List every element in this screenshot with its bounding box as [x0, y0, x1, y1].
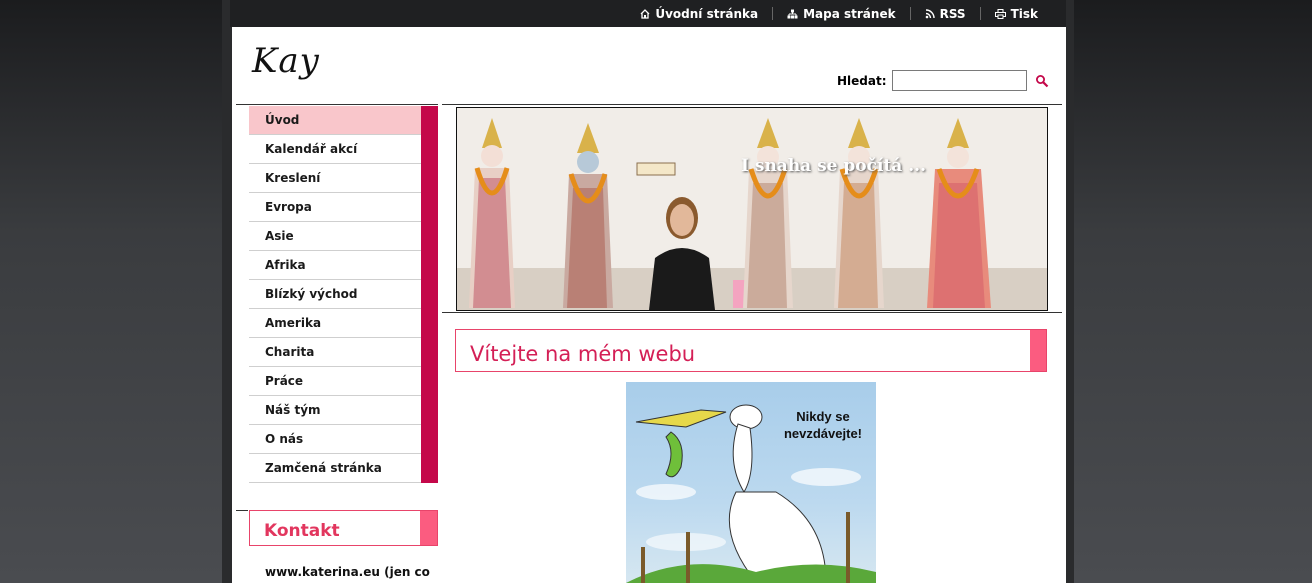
- menu-item-evropa[interactable]: Evropa: [249, 193, 438, 222]
- welcome-marker: [1030, 330, 1046, 371]
- menu-item-charita[interactable]: Charita: [249, 338, 438, 367]
- menu-item-zamcena-stranka[interactable]: Zamčená stránka: [249, 454, 438, 483]
- topnav-rss-label: RSS: [939, 6, 966, 21]
- welcome-heading: Vítejte na mém webu: [470, 342, 696, 366]
- contact-marker: [420, 511, 437, 545]
- menu-item-marker: [421, 280, 438, 309]
- search-label: Hledat:: [837, 73, 887, 88]
- menu-item-afrika[interactable]: Afrika: [249, 251, 438, 280]
- topnav-print-link[interactable]: Tisk: [979, 6, 1052, 21]
- menu-item-nas-tym[interactable]: Náš tým: [249, 396, 438, 425]
- menu-item-kresleni[interactable]: Kreslení: [249, 164, 438, 193]
- menu-item-asie[interactable]: Asie: [249, 222, 438, 251]
- site-logo[interactable]: Kay: [252, 41, 320, 81]
- menu-item-label: Charita: [265, 345, 315, 359]
- menu-item-marker: [421, 338, 438, 367]
- topnav-home-link[interactable]: Úvodní stránka: [626, 6, 772, 21]
- rss-icon: [925, 8, 935, 18]
- search-input[interactable]: [891, 70, 1027, 91]
- menu-item-label: Evropa: [265, 200, 312, 214]
- sitemap-icon: [787, 9, 798, 18]
- divider-left-top: [236, 104, 438, 105]
- statue: [927, 118, 991, 308]
- divider-main-bottom: [442, 312, 1062, 313]
- side-menu: Úvod Kalendář akcí Kreslení Evropa Asie …: [249, 106, 438, 483]
- topnav-sitemap-label: Mapa stránek: [803, 6, 896, 21]
- statue: [563, 123, 613, 308]
- menu-item-marker: [421, 251, 438, 280]
- cartoon-caption: Nikdy se nevzdávejte!: [783, 409, 863, 441]
- statue: [834, 118, 884, 308]
- menu-item-o-nas[interactable]: O nás: [249, 425, 438, 454]
- contact-box: Kontakt: [249, 510, 438, 546]
- menu-item-kalendar-akci[interactable]: Kalendář akcí: [249, 135, 438, 164]
- menu-item-amerika[interactable]: Amerika: [249, 309, 438, 338]
- menu-item-label: Afrika: [265, 258, 306, 272]
- search-button[interactable]: [1035, 74, 1049, 88]
- statues-illustration: [469, 118, 991, 310]
- heron-cartoon-image: Nikdy se nevzdávejte!: [626, 382, 876, 583]
- banner-image: I snaha se počítá ...: [456, 107, 1048, 311]
- menu-item-marker: [421, 222, 438, 251]
- contact-text: www.katerina.eu (jen co: [265, 565, 430, 579]
- menu-item-marker: [421, 164, 438, 193]
- menu-item-marker: [421, 106, 438, 135]
- menu-item-label: Amerika: [265, 316, 322, 330]
- menu-item-label: Kalendář akcí: [265, 142, 358, 156]
- menu-item-label: Blízký východ: [265, 287, 358, 301]
- menu-item-marker: [421, 396, 438, 425]
- home-icon: [640, 8, 650, 19]
- woman-photo: [649, 197, 715, 310]
- statue: [743, 118, 793, 308]
- menu-item-label: Úvod: [265, 113, 300, 127]
- search-box: Hledat:: [837, 70, 1049, 91]
- topnav-home-label: Úvodní stránka: [655, 6, 759, 21]
- menu-item-marker: [421, 193, 438, 222]
- divider-main-top: [442, 104, 1062, 105]
- menu-item-label: Kreslení: [265, 171, 321, 185]
- menu-item-marker: [421, 425, 438, 454]
- menu-item-label: O nás: [265, 432, 304, 446]
- menu-item-marker: [421, 454, 438, 483]
- divider-left-contact: [236, 510, 248, 511]
- search-icon: [1035, 74, 1048, 87]
- menu-item-label: Asie: [265, 229, 294, 243]
- contact-heading: Kontakt: [264, 521, 340, 541]
- menu-item-label: Zamčená stránka: [265, 461, 382, 475]
- topnav-print-label: Tisk: [1010, 6, 1038, 21]
- topnav-sitemap-link[interactable]: Mapa stránek: [772, 6, 909, 21]
- welcome-heading-box: Vítejte na mém webu: [455, 329, 1047, 372]
- menu-item-uvod[interactable]: Úvod: [249, 106, 438, 135]
- page-content: Kay Hledat: Úvod Kalendář akcí Kreslení …: [232, 27, 1066, 583]
- top-navigation: Úvodní stránka Mapa stránek RSS Tisk: [626, 0, 1066, 27]
- menu-item-label: Práce: [265, 374, 304, 388]
- menu-item-marker: [421, 135, 438, 164]
- sign-plaque: [636, 162, 676, 176]
- menu-item-prace[interactable]: Práce: [249, 367, 438, 396]
- banner-caption: I snaha se počítá ...: [741, 156, 926, 176]
- menu-item-marker: [421, 309, 438, 338]
- menu-item-label: Náš tým: [265, 403, 321, 417]
- menu-item-blizky-vychod[interactable]: Blízký východ: [249, 280, 438, 309]
- statue: [469, 118, 515, 308]
- top-bar: Úvodní stránka Mapa stránek RSS Tisk: [230, 0, 1066, 27]
- topnav-rss-link[interactable]: RSS: [909, 6, 980, 21]
- menu-item-marker: [421, 367, 438, 396]
- print-icon: [994, 8, 1006, 19]
